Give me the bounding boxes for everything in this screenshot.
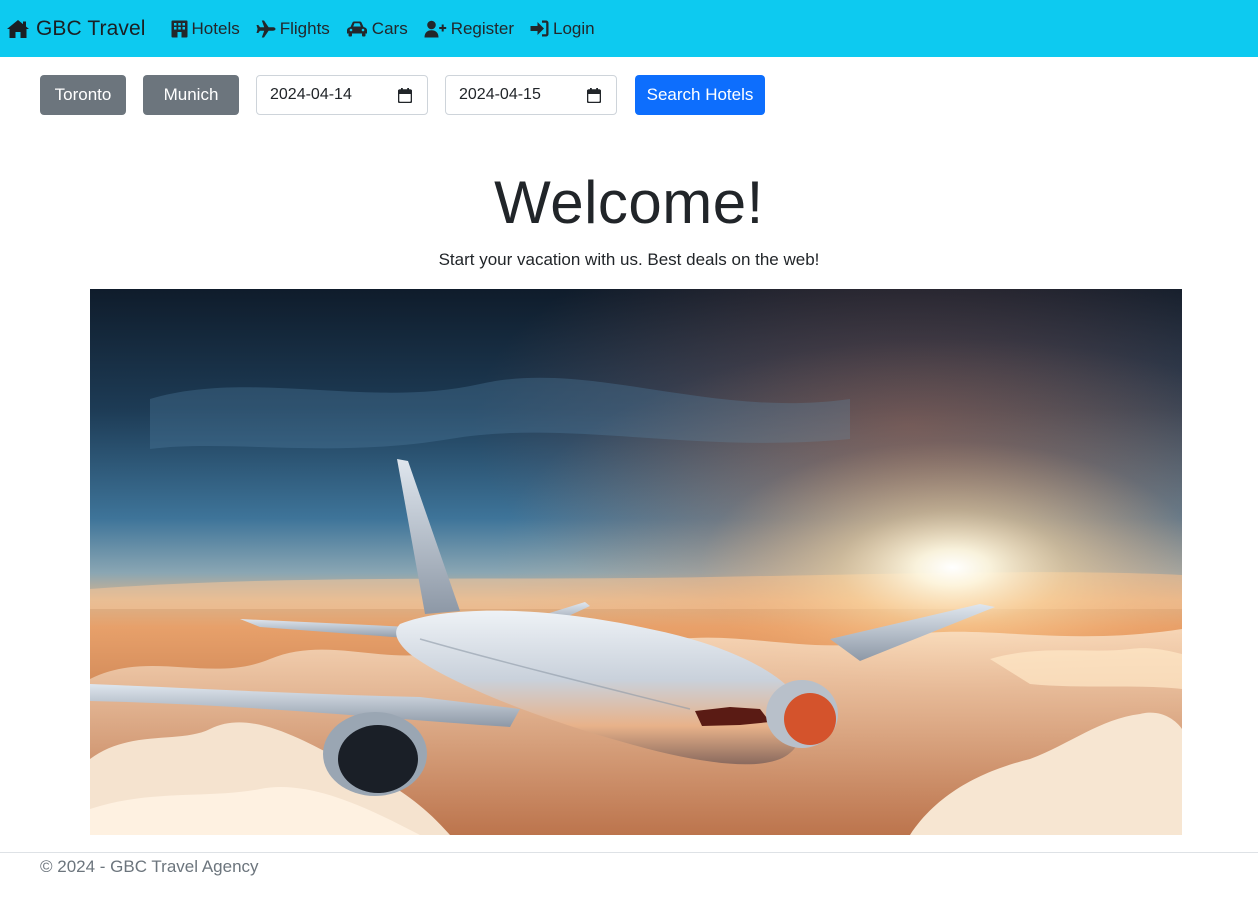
- plane-icon: [256, 20, 276, 38]
- nav-item-label: Flights: [279, 18, 330, 38]
- brand-link[interactable]: GBC Travel: [6, 17, 146, 41]
- welcome-tagline: Start your vacation with us. Best deals …: [438, 250, 820, 269]
- nav-item-hotels[interactable]: Hotels: [171, 19, 240, 39]
- search-hotels-button[interactable]: Search Hotels: [635, 75, 765, 115]
- user-plus-icon: [424, 20, 447, 38]
- footer-divider: [0, 852, 1258, 853]
- nav-item-label: Hotels: [191, 18, 240, 38]
- check-in-date-value: 2024-04-14: [270, 86, 352, 103]
- brand-name: GBC Travel: [36, 16, 146, 40]
- footer-copyright: © 2024 - GBC Travel Agency: [40, 857, 259, 876]
- origin-button[interactable]: Toronto: [40, 75, 126, 115]
- nav-item-login[interactable]: Login: [530, 19, 595, 39]
- nav-item-register[interactable]: Register: [424, 19, 514, 39]
- nav-item-label: Register: [450, 18, 515, 38]
- hotel-icon: [171, 20, 188, 38]
- nav-menu: Hotels Flights Cars Register Login: [171, 19, 611, 39]
- check-out-date-input[interactable]: 2024-04-15: [445, 75, 617, 115]
- welcome-heading: Welcome!: [494, 169, 764, 236]
- top-navbar: GBC Travel Hotels Flights Cars Register: [0, 0, 1258, 57]
- nav-item-cars[interactable]: Cars: [346, 19, 408, 39]
- hero-image: [90, 289, 1182, 835]
- destination-button[interactable]: Munich: [143, 75, 239, 115]
- check-in-date-input[interactable]: 2024-04-14: [256, 75, 428, 115]
- car-icon: [346, 21, 368, 37]
- nav-item-flights[interactable]: Flights: [256, 19, 330, 39]
- calendar-icon[interactable]: [586, 88, 602, 108]
- nav-item-label: Login: [553, 18, 595, 38]
- airplane-sunset-illustration: [90, 289, 1182, 835]
- calendar-icon[interactable]: [397, 88, 413, 108]
- home-icon: [6, 19, 30, 39]
- sign-in-icon: [530, 20, 549, 37]
- check-out-date-value: 2024-04-15: [459, 86, 541, 103]
- nav-item-label: Cars: [371, 18, 408, 38]
